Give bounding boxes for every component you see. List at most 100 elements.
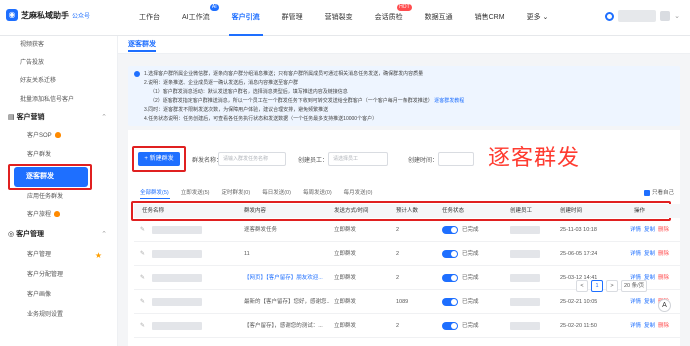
delete-link[interactable]: 删除	[658, 218, 669, 242]
font-size-button[interactable]: A	[658, 299, 671, 312]
nav-more[interactable]: 更多 ⌄	[516, 0, 560, 36]
prev-page-button[interactable]: <	[576, 280, 588, 292]
copy-link[interactable]: 复制	[644, 218, 655, 242]
creator-redacted	[510, 322, 540, 330]
copy-link[interactable]: 复制	[644, 290, 655, 314]
page-title: 逐客群发	[128, 41, 156, 52]
edit-icon[interactable]: ✎	[140, 314, 145, 338]
table-row[interactable]: ✎ 最新的【客户留存】您好，感谢您... 立即群发 1089 已完成 25-02…	[134, 290, 680, 314]
delete-link[interactable]: 删除	[658, 314, 669, 338]
edit-icon[interactable]: ✎	[140, 290, 145, 314]
nav-sales-crm[interactable]: 销售CRM	[464, 0, 516, 36]
only-mine-checkbox[interactable]: 只看自己	[643, 188, 674, 196]
notice-line: 2.说明：逐条推送、企业成员逐一确认发送后，消息内容推送至客户群	[144, 80, 299, 86]
nav-marketing-fission[interactable]: 营销裂变	[314, 0, 364, 36]
cell-status: 已完成	[462, 299, 479, 305]
customer-icon: ◎	[8, 231, 17, 238]
edit-icon[interactable]: ✎	[140, 218, 145, 242]
delete-link[interactable]: 删除	[658, 266, 669, 290]
sidebar-item-assignment[interactable]: 客户分配管理	[27, 268, 63, 282]
tab-scheduled[interactable]: 定时群发(0)	[221, 188, 250, 196]
sidebar-item-customer-profile[interactable]: 客户画像	[27, 288, 51, 302]
cell-content: 逐客群发任务	[244, 227, 278, 233]
sidebar-item-ad-placement[interactable]: 广告投放	[20, 56, 44, 70]
hot-icon	[54, 132, 61, 139]
sidebar-item-per-customer-broadcast[interactable]: 逐客群发	[14, 167, 88, 187]
content-card: + 新建群发 群发名称： 请输入群发任务名称 创建员工： 请选择员工 创建时间：…	[128, 130, 680, 346]
creator-redacted	[510, 274, 540, 282]
sidebar-item-friend-migration[interactable]: 好友关系迁移	[20, 74, 56, 88]
nav-data-sync[interactable]: 数据互通	[414, 0, 464, 36]
account-area[interactable]: ⌄	[605, 10, 680, 22]
cell-method: 立即群发	[334, 323, 357, 329]
edit-icon[interactable]: ✎	[140, 242, 145, 266]
creator-label: 创建员工：	[298, 158, 329, 164]
status-toggle[interactable]	[442, 250, 458, 258]
star-icon[interactable]: ★	[95, 251, 102, 260]
task-name-input[interactable]: 请输入群发任务名称	[218, 152, 286, 166]
col-creator: 创建员工	[510, 208, 533, 214]
tab-all[interactable]: 全部群发(5)	[140, 188, 169, 196]
sidebar: 视频获客 广告投放 好友关系迁移 批量添加私信号客户 ▤ 客户营销 ⌃ 客户SOP…	[0, 36, 118, 346]
cell-created-time: 25-11-03 10:18	[560, 227, 597, 233]
sidebar-item-customer-journey[interactable]: 客户旅程	[27, 208, 61, 222]
nav-dashboard[interactable]: 工作台	[128, 0, 171, 36]
status-toggle[interactable]	[442, 298, 458, 306]
col-method: 发送方式/时间	[334, 208, 369, 214]
brand-sub[interactable]: 公众号	[72, 11, 90, 20]
sidebar-item-customer-broadcast[interactable]: 客户群发	[27, 148, 51, 162]
tutorial-link[interactable]: 逐客群发教程	[434, 98, 464, 104]
nav-group-management[interactable]: 群管理	[271, 0, 314, 36]
sidebar-item-customer-sop[interactable]: 客户SOP	[27, 129, 61, 143]
cell-count: 2	[396, 227, 400, 233]
notice-line: 1.选择客户群所属企业微信群，逐条向客户群分组消息推送；只有客户群所属成员可通过…	[144, 71, 424, 77]
table-row[interactable]: ✎ 逐客群发任务 立即群发 2 已完成 25-11-03 10:18 详情 复制…	[134, 218, 680, 242]
next-page-button[interactable]: >	[606, 280, 618, 292]
detail-link[interactable]: 详情	[630, 314, 641, 338]
sidebar-item-business-rules[interactable]: 业务规则设置	[27, 308, 63, 322]
created-time-picker[interactable]	[438, 152, 474, 166]
table-row[interactable]: ✎ 【客户留存】，感谢您的测试：... 立即群发 2 已完成 25-02-20 …	[134, 314, 680, 338]
sidebar-group-customer-marketing[interactable]: ▤ 客户营销 ⌃	[8, 111, 113, 125]
nav-customer-acquisition[interactable]: 客户引流	[221, 0, 271, 36]
copy-link[interactable]: 复制	[644, 314, 655, 338]
status-toggle[interactable]	[442, 274, 458, 282]
marketing-icon: ▤	[8, 114, 17, 121]
brand[interactable]: ◉ 芝麻私域助手 公众号	[6, 9, 90, 21]
delete-link[interactable]: 删除	[658, 242, 669, 266]
status-toggle[interactable]	[442, 322, 458, 330]
overlay-annotation: 逐客群发	[488, 145, 581, 170]
page-number[interactable]: 1	[591, 280, 603, 292]
copy-link[interactable]: 复制	[644, 242, 655, 266]
tab-immediate[interactable]: 立即发送(5)	[181, 188, 210, 196]
top-bar: ◉ 芝麻私域助手 公众号 工作台 AI工作流 AI 客户引流 群管理 营销裂变 会…	[0, 0, 690, 36]
edit-icon[interactable]: ✎	[140, 266, 145, 290]
cell-content: 11	[244, 251, 250, 257]
cell-count: 2	[396, 323, 400, 329]
new-broadcast-button[interactable]: + 新建群发	[138, 152, 180, 166]
table-header: 任务名称 群发内容 发送方式/时间 预计人数 任务状态 创建员工 创建时间 操作	[134, 204, 680, 218]
detail-link[interactable]: 详情	[630, 242, 641, 266]
notice-line: 3.同时：逐客群发不限制发送次数，为保障用户体验，建议合理安排，避免频繁推送	[144, 107, 329, 113]
nav-session-qc[interactable]: 会话质检 HOT	[364, 0, 414, 36]
page-size-select[interactable]: 20 条/页	[621, 280, 648, 292]
sidebar-item-app-task-broadcast[interactable]: 应用任务群发	[27, 190, 63, 204]
status-toggle[interactable]	[442, 226, 458, 234]
sidebar-item-batch-add[interactable]: 批量添加私信号客户	[20, 93, 74, 107]
sidebar-item-video-acquisition[interactable]: 视频获客	[20, 38, 44, 52]
detail-link[interactable]: 详情	[630, 290, 641, 314]
task-name-redacted	[152, 250, 202, 258]
cell-count: 2	[396, 275, 400, 281]
active-tab-indicator	[140, 198, 170, 199]
tab-monthly[interactable]: 每月发送(0)	[344, 188, 373, 196]
nav-ai-workflow[interactable]: AI工作流 AI	[171, 0, 221, 36]
tab-weekly[interactable]: 每周发送(0)	[303, 188, 332, 196]
detail-link[interactable]: 详情	[630, 218, 641, 242]
sidebar-group-customer-management[interactable]: ◎ 客户管理 ⌃	[8, 228, 113, 242]
cell-content: 【客户留存】，感谢您的测试：...	[244, 323, 323, 329]
tab-daily[interactable]: 每日发送(0)	[262, 188, 291, 196]
table-row[interactable]: ✎ 11 立即群发 2 已完成 25-06-05 17:24 详情 复制 删除	[134, 242, 680, 266]
col-content: 群发内容	[244, 208, 267, 214]
creator-select[interactable]: 请选择员工	[328, 152, 388, 166]
cell-method: 立即群发	[334, 227, 357, 233]
